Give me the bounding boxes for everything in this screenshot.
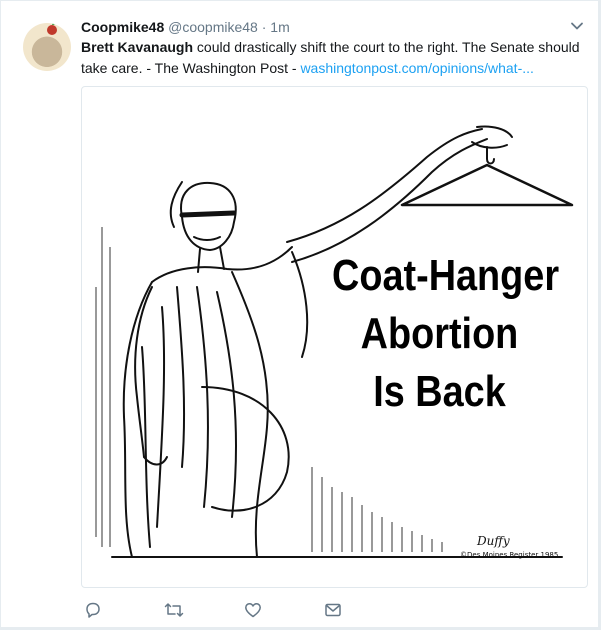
direct-message-button[interactable] [323,600,343,620]
tweet-text-bold: Brett Kavanaugh [81,39,194,55]
cartoon-signature: Duffy [476,534,510,548]
reply-icon [86,602,100,618]
tweet-media-image[interactable]: Duffy ©Des Moines Register 1985 Coat-Han… [81,86,588,588]
avatar[interactable] [23,23,71,71]
like-button[interactable] [243,600,263,620]
cartoon-credit: ©Des Moines Register 1985 [460,551,558,559]
timestamp[interactable]: 1m [270,19,289,35]
reply-button[interactable] [83,600,103,620]
chevron-down-icon[interactable] [570,19,584,33]
tweet-actions [81,600,381,624]
caption-line: Abortion [360,309,519,358]
heart-icon [245,603,261,618]
envelope-icon [325,603,341,617]
apple-icon [47,23,57,35]
tweet-header: Coopmike48 @coopmike48 · 1m [81,17,578,37]
caption-line: Coat-Hanger [332,251,560,300]
user-handle[interactable]: @coopmike48 [168,19,258,35]
display-name[interactable]: Coopmike48 [81,19,164,35]
tweet-text: Brett Kavanaugh could drastically shift … [81,37,586,79]
cartoon-caption: Coat-Hanger Abortion Is Back [332,247,560,421]
caption-line: Is Back [373,367,506,416]
tweet-link[interactable]: washingtonpost.com/opinions/what-... [300,60,533,76]
tweet-card[interactable]: Coopmike48 @coopmike48 · 1m Brett Kavana… [0,0,599,628]
separator-dot: · [261,19,267,35]
retweet-icon [164,603,184,617]
retweet-button[interactable] [164,600,184,620]
